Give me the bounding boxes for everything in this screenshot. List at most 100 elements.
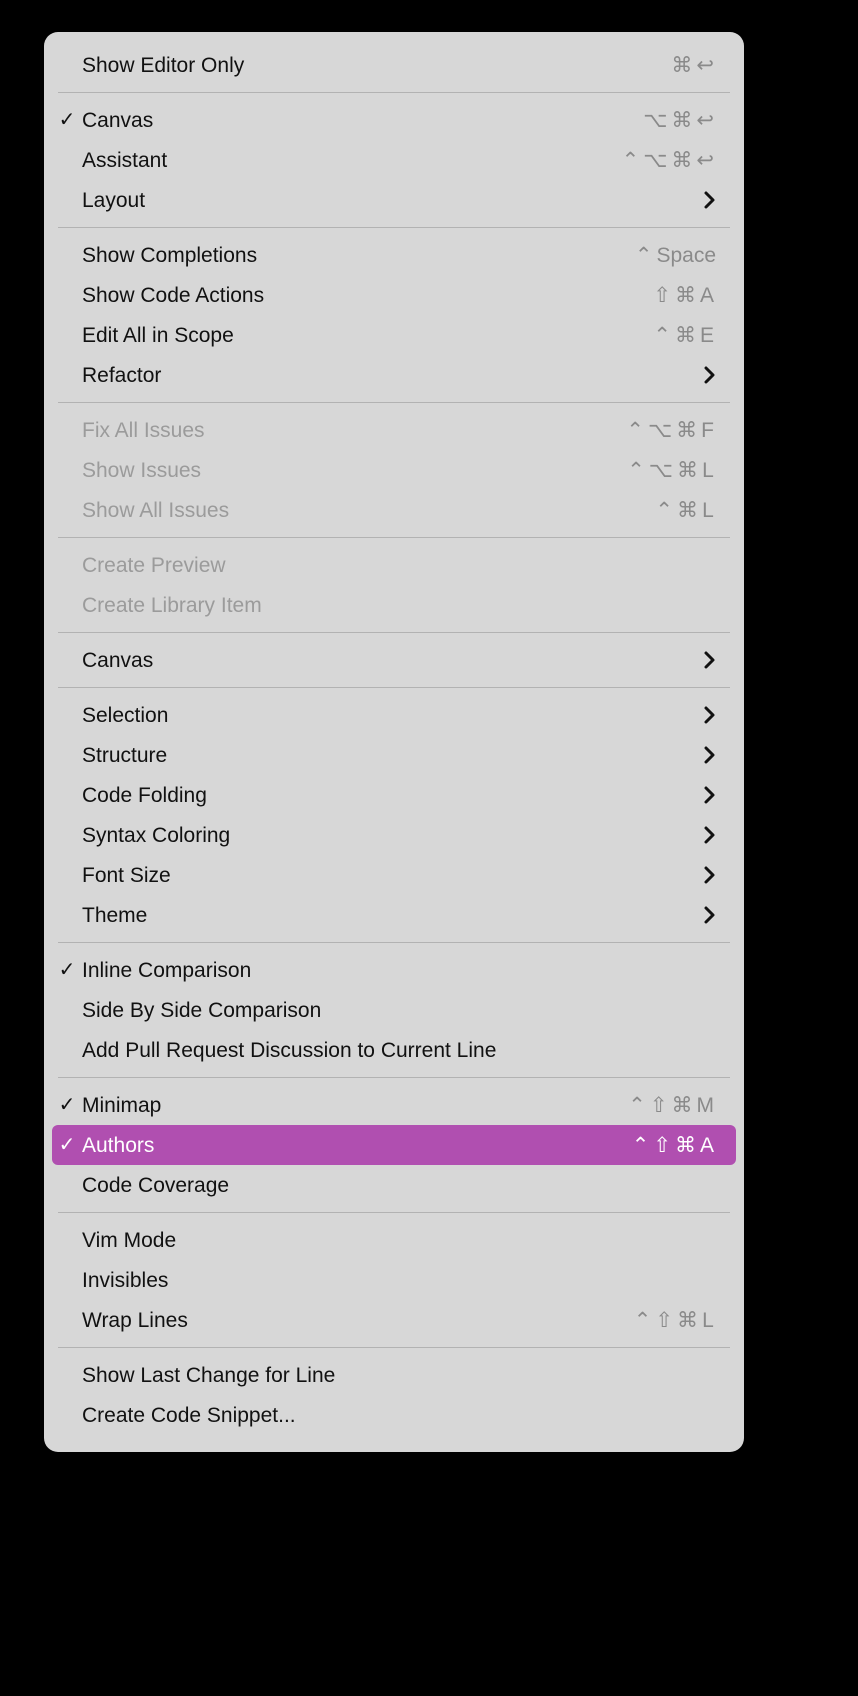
shortcut: ⌃⇧⌘M: [628, 1095, 716, 1116]
shortcut: ⌘↩: [671, 55, 716, 76]
menu-item-label: Canvas: [82, 650, 703, 671]
menu-item-refactor[interactable]: Refactor: [52, 355, 736, 395]
menu-item-code-folding[interactable]: Code Folding: [52, 775, 736, 815]
shortcut: ⌃⇧⌘L: [634, 1310, 716, 1331]
menu-separator: [58, 227, 730, 228]
menu-item-label: Selection: [82, 705, 703, 726]
menu-item-minimap[interactable]: ✓Minimap⌃⇧⌘M: [52, 1085, 736, 1125]
menu-item-label: Show Issues: [82, 460, 627, 481]
menu-item-add-pull-request-discussion-to-current-line[interactable]: Add Pull Request Discussion to Current L…: [52, 1030, 736, 1070]
menu-item-selection[interactable]: Selection: [52, 695, 736, 735]
menu-item-label: Show Completions: [82, 245, 635, 266]
shortcut: ⌃⌘L: [655, 500, 716, 521]
chevron-right-icon: [703, 865, 716, 885]
checkmark-icon: ✓: [52, 1135, 82, 1155]
menu-item-create-code-snippet[interactable]: Create Code Snippet...: [52, 1395, 736, 1435]
menu-item-wrap-lines[interactable]: Wrap Lines⌃⇧⌘L: [52, 1300, 736, 1340]
menu-item-invisibles[interactable]: Invisibles: [52, 1260, 736, 1300]
menu-item-label: Show Editor Only: [82, 55, 671, 76]
menu-item-show-all-issues: Show All Issues⌃⌘L: [52, 490, 736, 530]
menu-item-label: Wrap Lines: [82, 1310, 634, 1331]
menu-item-canvas[interactable]: ✓Canvas⌥⌘↩: [52, 100, 736, 140]
menu-item-show-editor-only[interactable]: Show Editor Only⌘↩: [52, 45, 736, 85]
menu-separator: [58, 687, 730, 688]
menu-item-label: Fix All Issues: [82, 420, 626, 441]
menu-item-show-last-change-for-line[interactable]: Show Last Change for Line: [52, 1355, 736, 1395]
menu-item-label: Edit All in Scope: [82, 325, 653, 346]
menu-item-edit-all-in-scope[interactable]: Edit All in Scope⌃⌘E: [52, 315, 736, 355]
menu-item-show-code-actions[interactable]: Show Code Actions⇧⌘A: [52, 275, 736, 315]
menu-separator: [58, 1212, 730, 1213]
menu-item-layout[interactable]: Layout: [52, 180, 736, 220]
menu-item-code-coverage[interactable]: Code Coverage: [52, 1165, 736, 1205]
menu-item-label: Code Coverage: [82, 1175, 716, 1196]
menu-item-show-completions[interactable]: Show Completions⌃Space: [52, 235, 736, 275]
menu-item-label: Syntax Coloring: [82, 825, 703, 846]
menu-item-label: Show Code Actions: [82, 285, 653, 306]
shortcut: ⌥⌘↩: [643, 110, 716, 131]
menu-separator: [58, 92, 730, 93]
menu-item-label: Authors: [82, 1135, 632, 1156]
menu-item-label: Create Code Snippet...: [82, 1405, 716, 1426]
menu-item-label: Show Last Change for Line: [82, 1365, 716, 1386]
chevron-right-icon: [703, 650, 716, 670]
menu-item-label: Show All Issues: [82, 500, 655, 521]
menu-item-side-by-side-comparison[interactable]: Side By Side Comparison: [52, 990, 736, 1030]
menu-separator: [58, 942, 730, 943]
menu-item-label: Create Preview: [82, 555, 716, 576]
menu-item-authors[interactable]: ✓Authors⌃⇧⌘A: [52, 1125, 736, 1165]
menu-item-label: Font Size: [82, 865, 703, 886]
menu-item-inline-comparison[interactable]: ✓Inline Comparison: [52, 950, 736, 990]
context-menu[interactable]: Show Editor Only⌘↩✓Canvas⌥⌘↩Assistant⌃⌥⌘…: [44, 32, 744, 1452]
menu-item-fix-all-issues: Fix All Issues⌃⌥⌘F: [52, 410, 736, 450]
menu-group: ✓Minimap⌃⇧⌘M✓Authors⌃⇧⌘ACode Coverage: [44, 1082, 744, 1208]
menu-group: Canvas: [44, 637, 744, 683]
menu-item-label: Structure: [82, 745, 703, 766]
chevron-right-icon: [703, 190, 716, 210]
checkmark-icon: ✓: [52, 1095, 82, 1115]
shortcut: ⌃⇧⌘A: [632, 1135, 716, 1156]
chevron-right-icon: [703, 825, 716, 845]
menu-item-label: Layout: [82, 190, 703, 211]
menu-item-label: Add Pull Request Discussion to Current L…: [82, 1040, 716, 1061]
shortcut: ⌃Space: [635, 245, 716, 266]
menu-group: Show Completions⌃SpaceShow Code Actions⇧…: [44, 232, 744, 398]
menu-item-label: Side By Side Comparison: [82, 1000, 716, 1021]
menu-item-canvas[interactable]: Canvas: [52, 640, 736, 680]
chevron-right-icon: [703, 785, 716, 805]
chevron-right-icon: [703, 705, 716, 725]
checkmark-icon: ✓: [52, 110, 82, 130]
menu-separator: [58, 632, 730, 633]
menu-item-vim-mode[interactable]: Vim Mode: [52, 1220, 736, 1260]
menu-item-label: Create Library Item: [82, 595, 716, 616]
menu-item-label: Assistant: [82, 150, 622, 171]
menu-group: Show Editor Only⌘↩: [44, 42, 744, 88]
menu-group: Selection Structure Code Folding Syntax Col…: [44, 692, 744, 938]
menu-item-label: Refactor: [82, 365, 703, 386]
menu-separator: [58, 1347, 730, 1348]
menu-group: Fix All Issues⌃⌥⌘F Show Issues⌃⌥⌘L Show Al…: [44, 407, 744, 533]
menu-item-syntax-coloring[interactable]: Syntax Coloring: [52, 815, 736, 855]
menu-item-theme[interactable]: Theme: [52, 895, 736, 935]
menu-separator: [58, 537, 730, 538]
menu-group: Create Preview Create Library Item: [44, 542, 744, 628]
shortcut: ⌃⌘E: [653, 325, 716, 346]
menu-item-assistant[interactable]: Assistant⌃⌥⌘↩: [52, 140, 736, 180]
menu-group: Show Last Change for Line Create Code Sni…: [44, 1352, 744, 1438]
menu-item-label: Inline Comparison: [82, 960, 716, 981]
menu-separator: [58, 402, 730, 403]
menu-separator: [58, 1077, 730, 1078]
shortcut: ⌃⌥⌘F: [626, 420, 716, 441]
shortcut: ⌃⌥⌘↩: [622, 150, 716, 171]
menu-item-font-size[interactable]: Font Size: [52, 855, 736, 895]
shortcut: ⌃⌥⌘L: [627, 460, 716, 481]
shortcut: ⇧⌘A: [653, 285, 716, 306]
menu-item-create-preview: Create Preview: [52, 545, 736, 585]
menu-group: Vim Mode Invisibles Wrap Lines⌃⇧⌘L: [44, 1217, 744, 1343]
menu-item-structure[interactable]: Structure: [52, 735, 736, 775]
menu-item-label: Invisibles: [82, 1270, 716, 1291]
menu-group: ✓Canvas⌥⌘↩Assistant⌃⌥⌘↩Layout: [44, 97, 744, 223]
chevron-right-icon: [703, 745, 716, 765]
menu-item-label: Canvas: [82, 110, 643, 131]
menu-item-label: Theme: [82, 905, 703, 926]
